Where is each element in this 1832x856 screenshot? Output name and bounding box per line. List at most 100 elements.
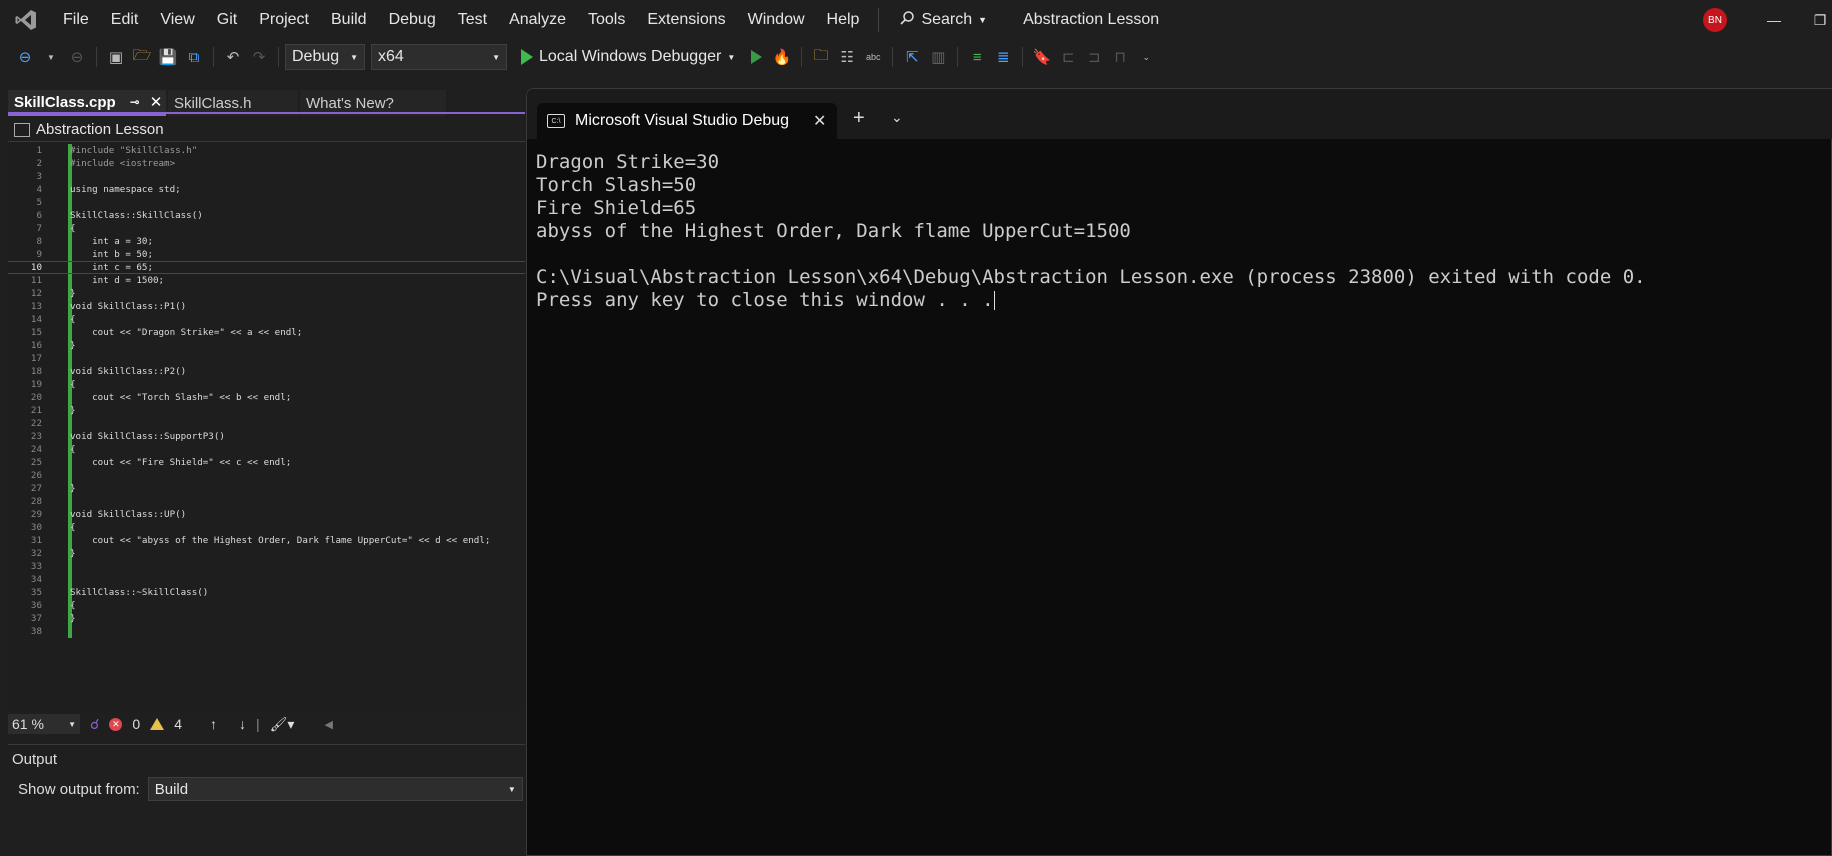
code-line[interactable]: 36 { <box>8 599 525 612</box>
solution-explorer-button[interactable]: 🗀 <box>808 44 834 70</box>
code-line[interactable]: 18 void SkillClass::P2() <box>8 365 525 378</box>
new-project-button[interactable]: ▣ <box>103 44 129 70</box>
prev-bookmark-button[interactable]: ⊏ <box>1055 44 1081 70</box>
menu-view[interactable]: View <box>149 0 205 40</box>
back-button[interactable]: ⊖ <box>12 44 38 70</box>
next-bookmark-button[interactable]: ⊐ <box>1081 44 1107 70</box>
code-line[interactable]: 19 { <box>8 378 525 391</box>
layout-button[interactable]: ☷ <box>834 44 860 70</box>
select-button[interactable]: ⇱ <box>899 44 925 70</box>
close-icon[interactable]: ✕ <box>150 93 163 111</box>
search-button[interactable]: Search ▼ <box>887 10 999 31</box>
new-tab-icon[interactable]: + <box>853 107 865 130</box>
code-line[interactable]: 7{ <box>8 222 525 235</box>
code-line[interactable]: 26 <box>8 469 525 482</box>
down-arrow-icon[interactable]: ↓ <box>239 716 246 732</box>
hot-reload-button[interactable]: 🔥 <box>769 44 795 70</box>
menu-test[interactable]: Test <box>447 0 498 40</box>
redo-button[interactable]: ↷ <box>246 44 272 70</box>
up-arrow-icon[interactable]: ↑ <box>210 716 217 732</box>
code-line[interactable]: 12} <box>8 287 525 300</box>
menu-tools[interactable]: Tools <box>577 0 636 40</box>
code-line[interactable]: 34 <box>8 573 525 586</box>
code-line[interactable]: 32} <box>8 547 525 560</box>
save-button[interactable]: 💾 <box>155 44 181 70</box>
code-line[interactable]: 6 SkillClass::SkillClass() <box>8 209 525 222</box>
code-line[interactable]: 38 <box>8 625 525 638</box>
terminal-output[interactable]: Dragon Strike=30 Torch Slash=50 Fire Shiel… <box>536 151 1646 312</box>
columns-button[interactable]: ▥ <box>925 44 951 70</box>
minimize-button[interactable]: ― <box>1754 6 1794 34</box>
code-line[interactable]: 17 <box>8 352 525 365</box>
code-line[interactable]: 10 int c = 65; <box>8 261 525 274</box>
code-line[interactable]: 37} <box>8 612 525 625</box>
code-line[interactable]: 31 cout << "abyss of the Highest Order, … <box>8 534 525 547</box>
terminal-tab-bar: C:\ Microsoft Visual Studio Debuɡ ✕ + ⌄ <box>527 89 1832 139</box>
bookmark-button[interactable]: 🔖 <box>1029 44 1055 70</box>
code-line[interactable]: 11 int d = 1500; <box>8 274 525 287</box>
code-line[interactable]: 29 void SkillClass::UP() <box>8 508 525 521</box>
code-line[interactable]: 27} <box>8 482 525 495</box>
menu-analyze[interactable]: Analyze <box>498 0 577 40</box>
open-file-button[interactable]: 🗁 <box>129 44 155 70</box>
platform-dropdown[interactable]: x64 ▼ <box>371 44 507 70</box>
code-line[interactable]: 1 #include "SkillClass.h" <box>8 144 525 157</box>
code-line[interactable]: 35 SkillClass::~SkillClass() <box>8 586 525 599</box>
code-line[interactable]: 3 <box>8 170 525 183</box>
configuration-dropdown[interactable]: Debug ▼ <box>285 44 365 70</box>
spell-check-button[interactable]: abc <box>860 44 886 70</box>
account-avatar[interactable]: BN <box>1703 8 1727 32</box>
code-line[interactable]: 20 cout << "Torch Slash=" << b << endl; <box>8 391 525 404</box>
code-line[interactable]: 13 void SkillClass::P1() <box>8 300 525 313</box>
output-source-select[interactable]: Build ▼ <box>147 777 523 801</box>
warning-count[interactable]: 4 <box>174 716 182 732</box>
menu-git[interactable]: Git <box>206 0 248 40</box>
code-line[interactable]: 21} <box>8 404 525 417</box>
code-line[interactable]: 30 { <box>8 521 525 534</box>
start-without-debugging-button[interactable] <box>743 44 769 70</box>
menu-help[interactable]: Help <box>816 0 871 40</box>
clear-bookmarks-button[interactable]: ⊓ <box>1107 44 1133 70</box>
menu-project[interactable]: Project <box>248 0 320 40</box>
code-line[interactable]: 2 #include <iostream> <box>8 157 525 170</box>
menu-window[interactable]: Window <box>737 0 816 40</box>
undo-button[interactable]: ↶ <box>220 44 246 70</box>
terminal-tab[interactable]: C:\ Microsoft Visual Studio Debuɡ ✕ <box>537 103 837 139</box>
forward-button[interactable]: ⊖ <box>64 44 90 70</box>
start-debugging-button[interactable]: Local Windows Debugger ▼ <box>521 48 735 66</box>
menu-debug[interactable]: Debug <box>378 0 447 40</box>
scroll-left-icon[interactable]: ◀ <box>324 718 332 731</box>
code-line[interactable]: 33 <box>8 560 525 573</box>
code-line[interactable]: 28 <box>8 495 525 508</box>
navigation-bar[interactable]: Abstraction Lesson <box>8 118 525 142</box>
code-line[interactable]: 24 { <box>8 443 525 456</box>
pin-icon[interactable]: ⊸ <box>130 95 140 109</box>
menu-file[interactable]: File <box>52 0 100 40</box>
menu-edit[interactable]: Edit <box>100 0 150 40</box>
menu-build[interactable]: Build <box>320 0 378 40</box>
error-count[interactable]: 0 <box>132 716 140 732</box>
code-line[interactable]: 25 cout << "Fire Shield=" << c << endl; <box>8 456 525 469</box>
menu-extensions[interactable]: Extensions <box>636 0 736 40</box>
code-line[interactable]: 15 cout << "Dragon Strike=" << a << endl… <box>8 326 525 339</box>
back-dropdown[interactable]: ▼ <box>38 44 64 70</box>
code-line[interactable]: 8 int a = 30; <box>8 235 525 248</box>
code-cleanup-icon[interactable]: 🖌▾ <box>270 716 295 733</box>
save-all-button[interactable]: ⧉ <box>181 44 207 70</box>
code-line[interactable]: 14 { <box>8 313 525 326</box>
code-line[interactable]: 9 int b = 50; <box>8 248 525 261</box>
toolbar-overflow-button[interactable]: ⌄ <box>1133 44 1159 70</box>
code-line[interactable]: 4 using namespace std; <box>8 183 525 196</box>
indent-button[interactable]: ≡ <box>964 44 990 70</box>
close-icon[interactable]: ✕ <box>813 111 826 131</box>
code-line[interactable]: 23 void SkillClass::SupportP3() <box>8 430 525 443</box>
code-line[interactable]: 16} <box>8 339 525 352</box>
copilot-icon[interactable]: ☌ <box>90 716 99 733</box>
maximize-button[interactable]: ❐ <box>1800 6 1832 34</box>
code-line[interactable]: 22 <box>8 417 525 430</box>
chevron-down-icon[interactable]: ⌄ <box>891 109 903 126</box>
zoom-dropdown[interactable]: 61 % ▼ <box>8 714 80 734</box>
outdent-button[interactable]: ≣ <box>990 44 1016 70</box>
code-editor[interactable]: 1 #include "SkillClass.h" 2 #include <iostr… <box>8 142 525 710</box>
code-line[interactable]: 5 <box>8 196 525 209</box>
